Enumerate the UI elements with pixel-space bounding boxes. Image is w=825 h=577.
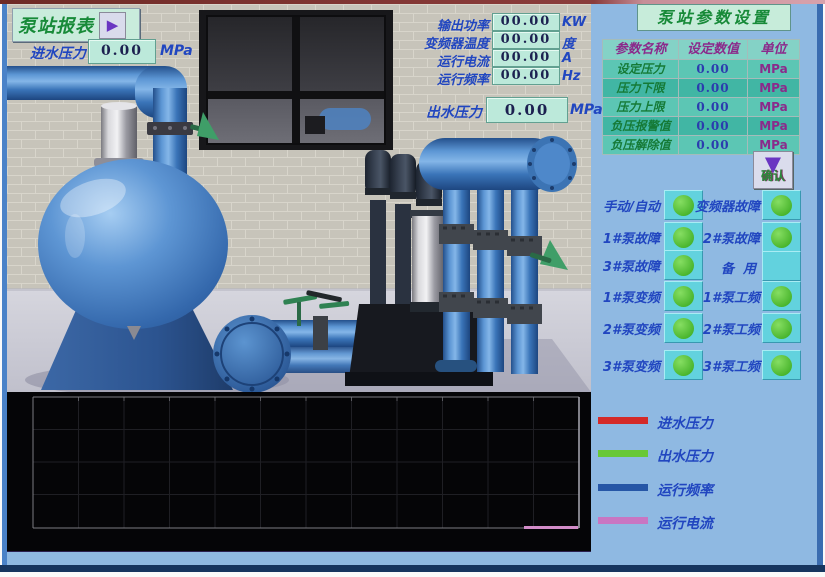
lamp-on — [673, 318, 694, 339]
param-value-input[interactable]: 0.00 — [679, 98, 748, 117]
run-current-value: 00.00 — [492, 49, 560, 67]
status-label-pump3-vfd: 3#泵变频 — [592, 356, 660, 375]
legend-label-inlet-pressure: 进水压力 — [657, 413, 713, 433]
legend-swatch-inlet-pressure — [598, 417, 648, 424]
legend-swatch-run-current — [598, 517, 648, 524]
output-power-unit: KW — [562, 15, 586, 30]
confirm-button-label: 确认 — [761, 167, 785, 184]
status-label-pump3-fault: 3#泵故障 — [592, 256, 660, 275]
param-unit: MPa — [748, 79, 800, 98]
status-lamp-spare-empty — [762, 251, 801, 281]
status-label-pump1-fault: 1#泵故障 — [592, 228, 660, 247]
param-unit: MPa — [748, 98, 800, 117]
status-lamp-pump2-fault — [762, 222, 801, 252]
param-unit: MPa — [748, 117, 800, 136]
lamp-on — [771, 355, 792, 376]
status-label-pump1-line: 1#泵工频 — [692, 287, 760, 306]
frame-left — [0, 4, 7, 565]
status-label-pump3-line: 3#泵工频 — [692, 356, 760, 375]
status-label-spare: 备 用 — [696, 258, 756, 277]
inverter-temp-unit: 度 — [562, 33, 575, 52]
lamp-on — [673, 255, 694, 276]
run-current-label: 运行电流 — [267, 51, 489, 70]
outlet-pressure-value: 0.00 — [486, 97, 568, 123]
lamp-on — [771, 195, 792, 216]
confirm-button[interactable]: ▼ 确认 — [753, 151, 793, 189]
param-value-input[interactable]: 0.00 — [679, 136, 748, 155]
axis-ticks — [79, 397, 534, 401]
lamp-on — [673, 355, 694, 376]
status-lamp-pump2-line — [762, 313, 801, 343]
status-label-vfd-fault: 变频器故障 — [686, 196, 760, 215]
output-power-value: 00.00 — [492, 13, 560, 31]
status-label-pump2-line: 2#泵工频 — [692, 319, 760, 338]
status-label-manual-auto: 手动/自动 — [586, 196, 660, 215]
settings-panel-title: 泵站参数设置 — [637, 4, 791, 31]
col-header-name: 参数名称 — [603, 40, 679, 60]
lamp-on — [771, 227, 792, 248]
tank-vent-cylinder — [94, 102, 144, 167]
inlet-pressure-label: 进水压力 — [10, 43, 86, 63]
col-header-value: 设定数值 — [679, 40, 748, 60]
inverter-temp-label: 变频器温度 — [267, 33, 489, 52]
param-name: 压力上限 — [603, 98, 679, 117]
report-button-label: 泵站报表 — [18, 12, 94, 38]
inverter-temp-value: 00.00 — [492, 31, 560, 49]
param-name: 压力下限 — [603, 79, 679, 98]
report-button[interactable]: 泵站报表 ▶ — [12, 8, 140, 42]
status-label-pump1-vfd: 1#泵变频 — [592, 287, 660, 306]
legend-label-outlet-pressure: 出水压力 — [657, 446, 713, 466]
param-unit: MPa — [748, 60, 800, 79]
inlet-pressure-value: 0.00 — [88, 39, 156, 64]
lamp-on — [673, 227, 694, 248]
play-icon: ▶ — [99, 12, 126, 39]
legend-swatch-run-frequency — [598, 484, 648, 491]
inlet-pressure-unit: MPa — [160, 43, 193, 59]
col-header-unit: 单位 — [748, 40, 800, 60]
pump-station-3d-view: 泵站报表 ▶ 进水压力 0.00 MPa 输出功率 00.00 KW 变频器温度… — [7, 4, 591, 392]
status-label-pump2-vfd: 2#泵变频 — [592, 319, 660, 338]
pump-station-hmi: 泵站报表 ▶ 进水压力 0.00 MPa 输出功率 00.00 KW 变频器温度… — [0, 0, 825, 577]
param-value-input[interactable]: 0.00 — [679, 79, 748, 98]
run-current-unit: A — [562, 51, 572, 66]
status-lamp-pump1-line — [762, 281, 801, 311]
status-label-pump2-fault: 2#泵故障 — [692, 228, 760, 247]
param-name: 负压解除值 — [603, 136, 679, 155]
pipe-flange — [213, 315, 291, 392]
discharge-risers — [435, 176, 542, 374]
status-lamp-pump3-line — [762, 350, 801, 380]
param-name: 设定压力 — [603, 60, 679, 79]
run-freq-value: 00.00 — [492, 67, 560, 85]
output-power-label: 输出功率 — [267, 15, 489, 34]
legend-label-run-frequency: 运行频率 — [657, 480, 713, 500]
lamp-on — [771, 286, 792, 307]
lamp-on — [771, 318, 792, 339]
outlet-pressure-unit: MPa — [570, 102, 603, 118]
param-value-input[interactable]: 0.00 — [679, 60, 748, 79]
outlet-pressure-label: 出水压力 — [302, 102, 482, 122]
legend-swatch-outlet-pressure — [598, 450, 648, 457]
param-name: 负压报警值 — [603, 117, 679, 136]
status-lamp-vfd-fault — [762, 190, 801, 220]
run-freq-label: 运行频率 — [267, 69, 489, 88]
lamp-on — [673, 286, 694, 307]
run-freq-unit: Hz — [562, 69, 580, 84]
discharge-header — [419, 136, 577, 192]
trend-chart-plot — [7, 392, 591, 551]
frame-top — [0, 0, 825, 4]
frame-right — [817, 4, 825, 565]
trend-chart — [7, 392, 591, 552]
param-value-input[interactable]: 0.00 — [679, 117, 748, 136]
parameter-table: 参数名称 设定数值 单位 设定压力 0.00 MPa 压力下限 0.00 MPa… — [602, 39, 800, 155]
frame-bottom — [0, 565, 825, 577]
legend-label-run-current: 运行电流 — [657, 513, 713, 533]
